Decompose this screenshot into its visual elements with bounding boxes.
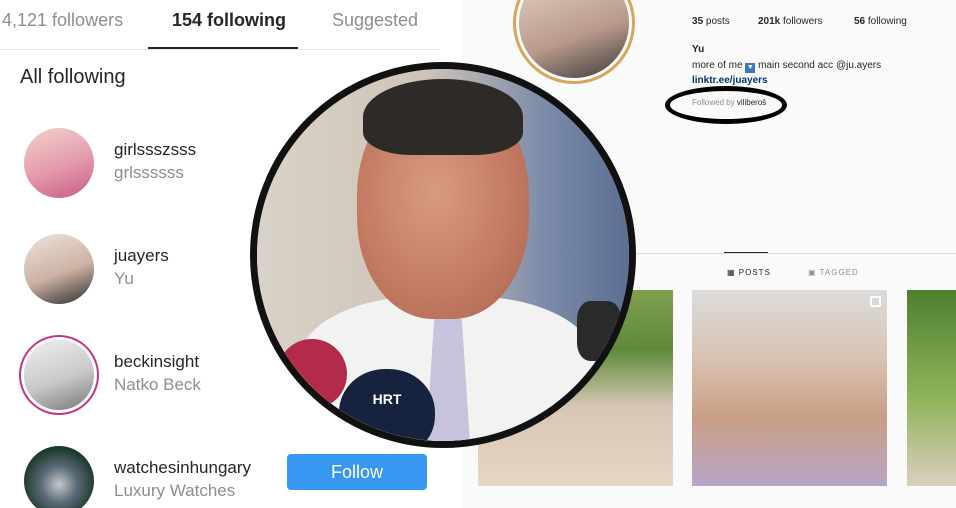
avatar[interactable]	[24, 340, 94, 410]
follow-tabs: 4,121 followers 154 following Suggested	[0, 0, 440, 50]
profile-bio: more of me ▼ main second acc @ju.ayers	[692, 60, 881, 73]
full-name: Yu	[114, 269, 134, 288]
list-item[interactable]: watchesinhungary Luxury Watches Follow	[0, 446, 470, 508]
full-name: Natko Beck	[114, 375, 201, 394]
section-title: All following	[20, 66, 126, 88]
profile-avatar[interactable]	[519, 0, 629, 78]
active-tab-indicator	[148, 47, 298, 49]
avatar[interactable]	[24, 234, 94, 304]
highlight-annotation-ring	[665, 86, 787, 124]
divider	[622, 253, 956, 254]
profile-name: Yu	[692, 44, 705, 55]
followers-stat[interactable]: 201k followers	[758, 16, 823, 27]
post-thumbnail[interactable]	[907, 290, 956, 486]
posts-label: posts	[705, 16, 730, 27]
username[interactable]: girlssszsss	[114, 140, 196, 160]
following-stat[interactable]: 56 following	[854, 16, 907, 27]
person-hair	[363, 79, 523, 155]
followers-count: 201k	[758, 16, 781, 27]
tab-suggested[interactable]: Suggested	[332, 10, 418, 31]
post-thumbnail[interactable]	[692, 290, 887, 486]
tab-tagged[interactable]: ▣ TAGGED	[808, 268, 859, 277]
active-grid-tab-indicator	[724, 252, 768, 253]
full-name: Luxury Watches	[114, 481, 236, 500]
username[interactable]: watchesinhungary	[114, 458, 251, 478]
followers-label: followers	[783, 16, 823, 27]
tab-posts-label: POSTS	[738, 268, 771, 277]
avatar[interactable]	[24, 128, 94, 198]
following-count: 56	[854, 16, 866, 27]
bio-text-start: more of me	[692, 60, 743, 71]
following-label: following	[867, 16, 907, 27]
tab-tagged-label: TAGGED	[819, 268, 859, 277]
tab-following[interactable]: 154 following	[172, 10, 286, 31]
username[interactable]: beckinsight	[114, 352, 199, 372]
tab-followers[interactable]: 4,121 followers	[2, 10, 123, 31]
username[interactable]: juayers	[114, 246, 169, 266]
hrt-microphone-icon: HRT	[339, 369, 435, 441]
posts-count: 35	[692, 16, 704, 27]
tab-posts[interactable]: ▦ POSTS	[727, 268, 771, 277]
microphone-icon	[577, 301, 621, 361]
follow-button[interactable]: Follow	[287, 454, 427, 490]
overlay-photo: HRT	[250, 62, 636, 448]
posts-stat: 35 posts	[692, 16, 730, 27]
carousel-icon	[870, 296, 881, 307]
heart-emoji-icon: ▼	[745, 63, 756, 73]
full-name: grlssssss	[114, 163, 184, 182]
microphone-icon	[277, 339, 347, 409]
profile-link[interactable]: linktr.ee/juayers	[692, 75, 768, 86]
avatar[interactable]	[24, 446, 94, 508]
bio-text-end: main second acc @ju.ayers	[758, 60, 882, 71]
